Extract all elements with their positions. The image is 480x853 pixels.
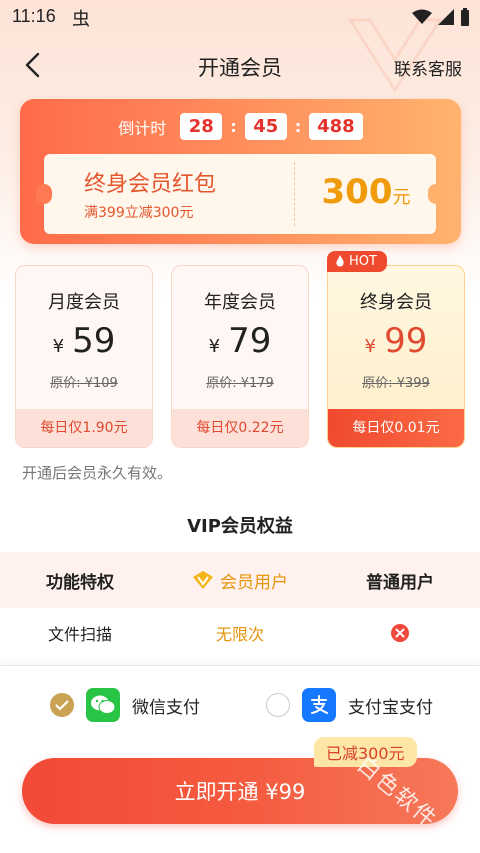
status-icons — [412, 8, 470, 26]
coupon-divider — [294, 162, 295, 226]
feature-name: 文件扫描 — [47, 625, 112, 644]
countdown-separator: : — [294, 117, 302, 136]
hot-badge: HOT — [327, 251, 387, 272]
countdown-timer: 倒计时 28 : 45 : 488 — [20, 113, 461, 140]
plan-original-price: 原价: ¥179 — [206, 376, 274, 391]
promo-banner: 倒计时 28 : 45 : 488 终身会员红包 满399立减300元 300元 — [20, 99, 461, 244]
benefits-header-row: 功能特权 会员用户 普通用户 — [0, 552, 480, 608]
countdown-separator: : — [230, 117, 237, 136]
plan-name: 月度会员 — [48, 292, 120, 313]
plan-daily-price: 每日仅0.01元 — [328, 409, 464, 447]
plan-daily-price: 每日仅1.90元 — [16, 409, 152, 447]
vip-value: 无限次 — [215, 625, 264, 644]
plan-price: ¥99 — [328, 321, 464, 361]
benefits-title: VIP会员权益 — [187, 516, 293, 537]
plan-original-price: 原价: ¥399 — [362, 376, 430, 391]
x-mark-icon — [391, 624, 409, 642]
check-icon — [55, 700, 69, 711]
pay-label-alipay: 支付宝支付 — [348, 697, 433, 718]
plan-price: ¥59 — [16, 321, 152, 361]
currency-symbol: ¥ — [52, 336, 65, 357]
currency-symbol: ¥ — [208, 336, 221, 357]
plan-price: ¥79 — [172, 321, 308, 361]
header-vip: 会员用户 — [160, 568, 320, 593]
pay-label-wechat: 微信支付 — [132, 697, 200, 718]
signal-icon — [438, 9, 454, 25]
plan-name: 终身会员 — [360, 292, 432, 313]
plan-original-price: 原价: ¥109 — [50, 376, 118, 391]
countdown-label: 倒计时 — [118, 118, 167, 138]
normal-value — [320, 623, 480, 643]
benefits-table: 功能特权 会员用户 普通用户 文件扫描 无限次 — [0, 552, 480, 658]
coupon-amount: 300元 — [306, 172, 426, 212]
coupon-condition: 满399立减300元 — [84, 205, 194, 221]
header-vip-label: 会员用户 — [220, 572, 288, 593]
coupon-amount-unit: 元 — [392, 187, 411, 208]
plan-daily-price: 每日仅0.22元 — [172, 409, 308, 447]
table-row: 文件扫描 无限次 — [0, 608, 480, 658]
plan-price-value: 99 — [384, 321, 428, 361]
countdown-milliseconds: 488 — [309, 113, 363, 140]
countdown-minutes: 45 — [244, 113, 287, 140]
countdown-hours: 28 — [180, 113, 223, 140]
plan-name: 年度会员 — [204, 292, 276, 313]
coupon-card[interactable]: 终身会员红包 满399立减300元 300元 — [36, 154, 444, 234]
coupon-amount-value: 300 — [321, 172, 393, 212]
plan-card-monthly[interactable]: 月度会员 ¥59 原价: ¥109 每日仅1.90元 — [15, 265, 153, 448]
coupon-title: 终身会员红包 — [84, 172, 217, 197]
payment-section: 微信支付 支付宝支付 已减300元 立即开通 ¥99 — [0, 665, 480, 853]
plan-card-lifetime[interactable]: 终身会员 ¥99 原价: ¥399 每日仅0.01元 — [327, 265, 465, 448]
header-feature: 功能特权 — [46, 572, 114, 593]
radio-alipay[interactable] — [266, 693, 290, 717]
wechat-icon — [86, 688, 120, 722]
plan-price-value: 79 — [228, 321, 272, 361]
header-normal: 普通用户 — [366, 572, 434, 593]
validity-note: 开通后会员永久有效。 — [22, 464, 173, 482]
wifi-icon — [412, 9, 432, 24]
nav-bar: 开通会员 联系客服 — [0, 40, 480, 90]
hot-badge-label: HOT — [349, 254, 377, 269]
flame-icon — [336, 255, 344, 267]
plan-price-value: 59 — [72, 321, 116, 361]
status-bar: 11:16 虫 — [0, 0, 480, 34]
status-time: 11:16 — [12, 6, 56, 26]
notification-app-icon: 虫 — [72, 9, 90, 30]
plan-list: 月度会员 ¥59 原价: ¥109 每日仅1.90元 年度会员 ¥79 原价: … — [15, 251, 465, 450]
vip-badge-icon — [193, 571, 213, 589]
battery-icon — [461, 8, 469, 26]
pay-option-wechat[interactable]: 微信支付 — [50, 688, 200, 722]
alipay-icon — [302, 688, 336, 722]
currency-symbol: ¥ — [364, 336, 377, 357]
radio-wechat[interactable] — [50, 693, 74, 717]
plan-card-yearly[interactable]: 年度会员 ¥79 原价: ¥179 每日仅0.22元 — [171, 265, 309, 448]
contact-service-link[interactable]: 联系客服 — [394, 55, 462, 80]
pay-option-alipay[interactable]: 支付宝支付 — [266, 688, 433, 722]
